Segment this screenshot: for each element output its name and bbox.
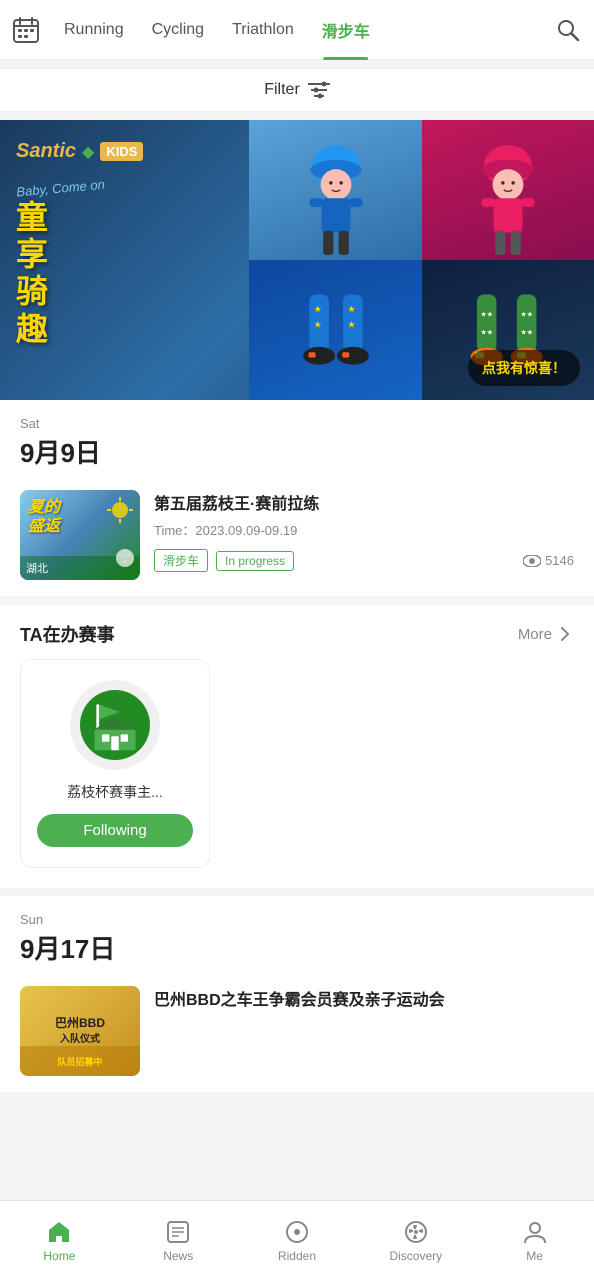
event-card-2[interactable]: 巴州BBD 入队仪式 队员招募中 巴州BBD之车王争霸会员赛及亲子运动会 (0, 974, 594, 1092)
chevron-right-icon (556, 625, 574, 643)
banner-char-3: 骑 (16, 274, 233, 309)
calendar-icon[interactable] (8, 12, 44, 48)
svg-text:★★: ★★ (520, 328, 533, 336)
top-navigation: Running Cycling Triathlon 滑步车 (0, 0, 594, 60)
nav-home-label: Home (43, 1249, 75, 1263)
nav-me-label: Me (526, 1249, 543, 1263)
tab-running[interactable]: Running (50, 0, 138, 60)
following-button[interactable]: Following (37, 814, 193, 847)
banner-img-2 (422, 120, 594, 260)
event-info-2: 巴州BBD之车王争霸会员赛及亲子运动会 (154, 986, 574, 1016)
banner-char-4: 趣 (16, 312, 233, 347)
filter-bar[interactable]: Filter (0, 68, 594, 112)
event-tag-category: 滑步车 (154, 549, 208, 572)
event-thumbnail-2: 巴州BBD 入队仪式 队员招募中 (20, 986, 140, 1076)
building-flag-icon (87, 697, 143, 753)
eye-icon (523, 555, 541, 567)
banner-char-2: 享 (16, 237, 233, 272)
banner-left: Santic ◆ KIDS Baby, Come on 童 享 骑 趣 (0, 120, 249, 400)
nav-home[interactable]: Home (0, 1201, 119, 1280)
tab-skating[interactable]: 滑步车 (308, 0, 384, 60)
event2-thumb-text: 巴州BBD 入队仪式 (47, 1007, 113, 1056)
event-tags-1: 滑步车 In progress 5146 (154, 549, 574, 572)
me-icon (522, 1219, 548, 1245)
banner-chinese-chars: 童 享 骑 趣 (16, 200, 233, 347)
news-icon (165, 1219, 191, 1245)
event-title-1: 第五届荔枝王·赛前拉练 (154, 490, 574, 514)
banner-img-1 (249, 120, 421, 260)
banner-cta: 点我有惊喜！ (468, 350, 580, 386)
nav-discovery-label: Discovery (389, 1249, 442, 1263)
date-section-2: Sun 9月17日 (0, 896, 594, 974)
svg-text:★: ★ (313, 319, 321, 329)
santic-brand-text: Santic (16, 140, 76, 163)
home-icon (46, 1219, 72, 1245)
date-full-2: 9月17日 (20, 929, 574, 966)
thumb-text: 夏的盛返 (28, 498, 60, 536)
svg-text:★★: ★★ (480, 328, 493, 336)
filter-label: Filter (264, 81, 330, 99)
diamond-icon: ◆ (82, 142, 94, 162)
date-day-1: Sat (20, 416, 574, 431)
filter-text: Filter (264, 81, 300, 99)
banner[interactable]: Santic ◆ KIDS Baby, Come on 童 享 骑 趣 (0, 120, 594, 400)
svg-text:★: ★ (347, 304, 355, 314)
nav-ridden-label: Ridden (278, 1249, 316, 1263)
event-title-2: 巴州BBD之车王争霸会员赛及亲子运动会 (154, 986, 574, 1010)
nav-ridden[interactable]: Ridden (238, 1201, 357, 1280)
ridden-icon (284, 1219, 310, 1245)
date-day-2: Sun (20, 912, 574, 927)
event-views-1: 5146 (523, 553, 574, 568)
event-card-1[interactable]: 夏的盛返 湖北 第五届荔枝王·赛前拉练 Time：2023.09. (0, 478, 594, 597)
discovery-icon (403, 1219, 429, 1245)
ta-section: TA在办赛事 More (0, 605, 594, 888)
date-section-1: Sat 9月9日 (0, 400, 594, 478)
nav-discovery[interactable]: Discovery (356, 1201, 475, 1280)
banner-char-1: 童 (16, 200, 233, 235)
banner-slogan: Baby, Come on (16, 166, 234, 200)
ta-header: TA在办赛事 More (0, 605, 594, 659)
event-thumbnail-1: 夏的盛返 湖北 (20, 490, 140, 580)
search-icon[interactable] (550, 12, 586, 48)
nav-news-label: News (163, 1249, 193, 1263)
nav-tabs: Running Cycling Triathlon 滑步车 (50, 0, 550, 60)
organizer-scroll: 荔枝杯赛事主... Following (0, 659, 594, 888)
svg-text:★: ★ (313, 304, 321, 314)
nav-news[interactable]: News (119, 1201, 238, 1280)
tab-cycling[interactable]: Cycling (138, 0, 218, 60)
organizer-card-1[interactable]: 荔枝杯赛事主... Following (20, 659, 210, 868)
nav-me[interactable]: Me (475, 1201, 594, 1280)
tab-triathlon[interactable]: Triathlon (218, 0, 308, 60)
svg-text:★: ★ (347, 319, 355, 329)
bottom-navigation: Home News Ridden Discovery (0, 1200, 594, 1280)
kids-text: KIDS (100, 142, 143, 161)
filter-icon (308, 81, 330, 99)
event-info-1: 第五届荔枝王·赛前拉练 Time：2023.09.09-09.19 滑步车 In… (154, 490, 574, 572)
event-tag-status: In progress (216, 551, 294, 571)
organizer-name-1: 荔枝杯赛事主... (67, 782, 163, 802)
santic-logo: Santic ◆ KIDS (16, 140, 233, 163)
ta-more-button[interactable]: More (518, 625, 574, 643)
date-full-1: 9月9日 (20, 433, 574, 470)
organizer-icon-1 (80, 690, 150, 760)
svg-text:★★: ★★ (480, 311, 493, 319)
ta-title: TA在办赛事 (20, 621, 115, 647)
event-time-1: Time：2023.09.09-09.19 (154, 520, 574, 539)
organizer-avatar-1 (70, 680, 160, 770)
banner-img-3: ★ ★ ★ ★ (249, 260, 421, 400)
svg-text:★★: ★★ (520, 311, 533, 319)
